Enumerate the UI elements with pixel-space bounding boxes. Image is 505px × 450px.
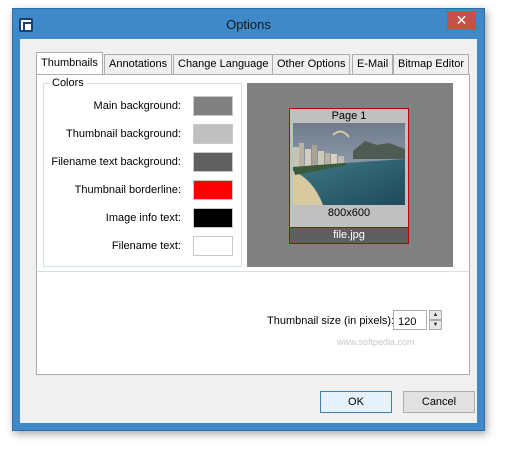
main-background-swatch[interactable] bbox=[193, 96, 233, 116]
thumbnail-preview: Page 1 800x600 bbox=[289, 108, 409, 228]
tab-change-language[interactable]: Change Language bbox=[173, 54, 274, 74]
main-background-label: Main background: bbox=[93, 100, 181, 112]
watermark-text: www.softpedia.com bbox=[337, 337, 415, 347]
tab-annotations[interactable]: Annotations bbox=[104, 54, 173, 74]
thumbnails-tab-page: Colors Main background: Thumbnail backgr… bbox=[36, 74, 470, 375]
image-dimensions-text: 800x600 bbox=[327, 207, 371, 219]
preview-image bbox=[293, 123, 405, 205]
title-bar[interactable]: Options ✕ bbox=[13, 9, 484, 39]
close-button[interactable]: ✕ bbox=[447, 11, 476, 30]
beach-landscape-image bbox=[293, 123, 405, 205]
filename-text-label: Filename text: bbox=[111, 240, 181, 252]
thumbnail-background-label: Thumbnail background: bbox=[66, 128, 181, 140]
filename-text-background-swatch[interactable] bbox=[193, 152, 233, 172]
thumbnail-background-swatch[interactable] bbox=[193, 124, 233, 144]
colors-group-label: Colors bbox=[50, 77, 86, 89]
tab-bitmap-editor[interactable]: Bitmap Editor bbox=[393, 54, 470, 74]
thumbnail-filename: file.jpg bbox=[289, 228, 409, 244]
options-window: Options ✕ Thumbnails Annotations Change … bbox=[12, 8, 485, 431]
section-divider bbox=[37, 271, 469, 272]
tab-other-options[interactable]: Other Options bbox=[272, 54, 351, 74]
thumbnail-page-label: Page 1 bbox=[331, 110, 367, 122]
filename-text-background-label: Filename text background: bbox=[51, 156, 181, 168]
dialog-client-area: Thumbnails Annotations Change Language O… bbox=[20, 39, 477, 423]
thumbnail-size-spinner: ▲ ▼ bbox=[429, 310, 442, 330]
filename-text-swatch[interactable] bbox=[193, 236, 233, 256]
cancel-button[interactable]: Cancel bbox=[403, 391, 475, 413]
thumbnail-borderline-label: Thumbnail borderline: bbox=[74, 184, 181, 196]
image-info-text-swatch[interactable] bbox=[193, 208, 233, 228]
spin-down-button[interactable]: ▼ bbox=[429, 320, 442, 330]
image-info-text-label: Image info text: bbox=[105, 212, 181, 224]
thumbnail-size-input[interactable] bbox=[393, 310, 427, 330]
tab-thumbnails[interactable]: Thumbnails bbox=[36, 52, 103, 74]
thumbnail-preview-area: Page 1 800x600 file.jpg bbox=[247, 83, 453, 267]
tab-email[interactable]: E-Mail bbox=[352, 54, 394, 74]
colors-group: Colors Main background: Thumbnail backgr… bbox=[43, 77, 242, 267]
window-title: Options bbox=[226, 17, 271, 32]
spin-up-button[interactable]: ▲ bbox=[429, 310, 442, 320]
ok-button[interactable]: OK bbox=[320, 391, 392, 413]
thumbnail-size-label: Thumbnail size (in pixels): bbox=[267, 315, 395, 327]
thumbnail-borderline-swatch[interactable] bbox=[193, 180, 233, 200]
